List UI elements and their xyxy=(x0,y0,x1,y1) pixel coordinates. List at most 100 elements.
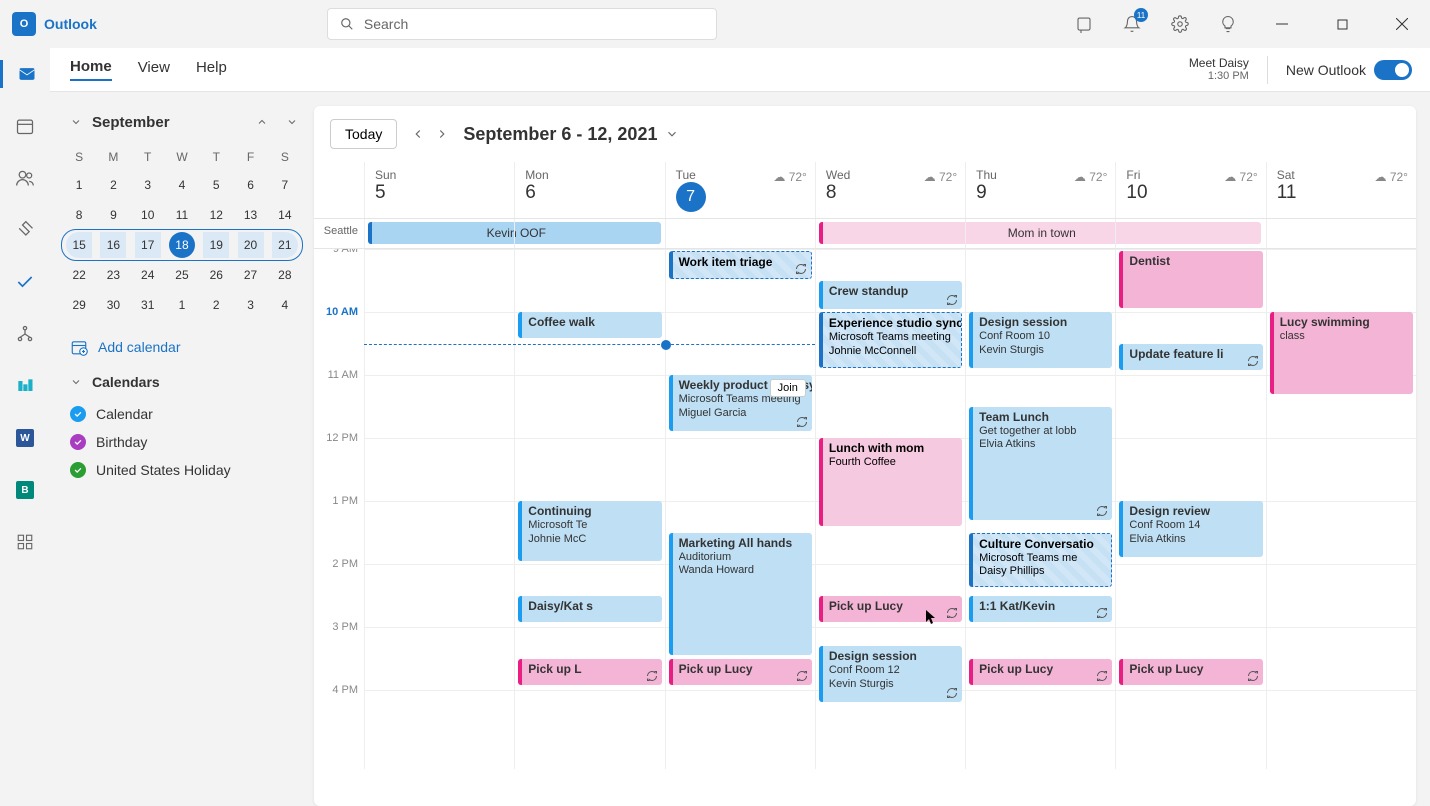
add-calendar-button[interactable]: Add calendar xyxy=(70,338,302,356)
day-header[interactable]: Wed8☁ 72° xyxy=(815,162,965,218)
calendar-event[interactable]: Design sessionConf Room 12Kevin Sturgis xyxy=(819,646,962,702)
mini-cal-day[interactable]: 1 xyxy=(66,172,92,198)
day-header[interactable]: Mon6 xyxy=(514,162,664,218)
tab-home[interactable]: Home xyxy=(70,58,112,81)
calendar-event[interactable]: Update feature li xyxy=(1119,344,1262,370)
mini-cal-day[interactable]: 15 xyxy=(66,232,92,258)
rail-word-icon[interactable]: W xyxy=(11,424,39,452)
calendar-event[interactable]: Dentist xyxy=(1119,251,1262,308)
mini-cal-day[interactable]: 13 xyxy=(238,202,264,228)
notes-icon[interactable] xyxy=(1070,10,1098,38)
mini-cal-day[interactable]: 24 xyxy=(135,262,161,288)
calendar-event[interactable]: Pick up Lucy xyxy=(669,659,812,685)
day-column[interactable]: Work item triage Weekly product team sync… xyxy=(665,249,815,769)
window-maximize[interactable] xyxy=(1322,0,1362,48)
calendar-event[interactable]: Pick up Lucy xyxy=(819,596,962,622)
day-column[interactable]: Lucy swimmingclass xyxy=(1266,249,1416,769)
mini-cal-day[interactable]: 26 xyxy=(203,262,229,288)
mini-cal-day[interactable]: 31 xyxy=(135,292,161,318)
date-range[interactable]: September 6 - 12, 2021 xyxy=(463,124,679,145)
mini-cal-day[interactable]: 20 xyxy=(238,232,264,258)
day-header[interactable]: Tue7☁ 72° xyxy=(665,162,815,218)
window-close[interactable] xyxy=(1382,0,1422,48)
calendar-event[interactable]: 1:1 Kat/Kevin xyxy=(969,596,1112,622)
tab-help[interactable]: Help xyxy=(196,59,227,80)
calendar-event[interactable]: Design reviewConf Room 14Elvia Atkins xyxy=(1119,501,1262,557)
rail-files-icon[interactable] xyxy=(11,216,39,244)
mini-cal-day[interactable]: 21 xyxy=(272,232,298,258)
calendar-event[interactable]: ContinuingMicrosoft TeJohnie McC xyxy=(518,501,661,561)
calendar-event[interactable]: Team LunchGet together at lobbElvia Atki… xyxy=(969,407,1112,520)
mini-cal-day[interactable]: 11 xyxy=(169,202,195,228)
day-header[interactable]: Thu9☁ 72° xyxy=(965,162,1115,218)
calendar-event[interactable]: Lunch with momFourth Coffee xyxy=(819,438,962,526)
today-button[interactable]: Today xyxy=(330,119,397,149)
day-column[interactable]: Design sessionConf Room 10Kevin SturgisT… xyxy=(965,249,1115,769)
mini-cal-day[interactable]: 9 xyxy=(100,202,126,228)
calendar-event[interactable]: Marketing All handsAuditoriumWanda Howar… xyxy=(669,533,812,655)
rail-apps-icon[interactable] xyxy=(11,528,39,556)
mini-cal-day[interactable]: 3 xyxy=(135,172,161,198)
join-button[interactable]: Join xyxy=(770,379,806,397)
up-next[interactable]: Meet Daisy 1:30 PM xyxy=(1189,56,1249,84)
calendar-item[interactable]: Birthday xyxy=(62,428,302,456)
calendar-item[interactable]: United States Holiday xyxy=(62,456,302,484)
mini-cal-day[interactable]: 6 xyxy=(238,172,264,198)
mini-cal-day[interactable]: 23 xyxy=(100,262,126,288)
day-column[interactable] xyxy=(364,249,514,769)
calendar-item[interactable]: Calendar xyxy=(62,400,302,428)
mini-cal-day[interactable]: 22 xyxy=(66,262,92,288)
mini-cal-day[interactable]: 10 xyxy=(135,202,161,228)
mini-next-month[interactable] xyxy=(282,112,302,132)
calendar-event[interactable]: Work item triage xyxy=(669,251,812,279)
mini-cal-day[interactable]: 4 xyxy=(169,172,195,198)
mini-cal-day[interactable]: 2 xyxy=(203,292,229,318)
day-column[interactable]: Crew standup Experience studio syncMicros… xyxy=(815,249,965,769)
new-outlook-toggle[interactable] xyxy=(1374,60,1412,80)
mini-cal-day[interactable]: 27 xyxy=(238,262,264,288)
mini-cal-day[interactable]: 29 xyxy=(66,292,92,318)
mini-cal-day[interactable]: 14 xyxy=(272,202,298,228)
calendar-event[interactable]: Lucy swimmingclass xyxy=(1270,312,1413,394)
calendar-event[interactable]: Daisy/Kat s xyxy=(518,596,661,622)
calendar-event[interactable]: Experience studio syncMicrosoft Teams me… xyxy=(819,312,962,368)
mini-cal-day[interactable]: 19 xyxy=(203,232,229,258)
notifications-icon[interactable]: 11 xyxy=(1118,10,1146,38)
rail-todo-icon[interactable] xyxy=(11,268,39,296)
tab-view[interactable]: View xyxy=(138,59,170,80)
search-input[interactable]: Search xyxy=(327,8,717,40)
calendar-event[interactable]: Weekly product team syncMicrosoft Teams … xyxy=(669,375,812,431)
mini-cal-day[interactable]: 8 xyxy=(66,202,92,228)
window-minimize[interactable] xyxy=(1262,0,1302,48)
calendar-event[interactable]: Pick up Lucy xyxy=(969,659,1112,685)
rail-bookings-icon[interactable]: B xyxy=(11,476,39,504)
mini-cal-day[interactable]: 30 xyxy=(100,292,126,318)
next-week[interactable] xyxy=(435,127,449,141)
mini-cal-day[interactable]: 5 xyxy=(203,172,229,198)
mini-cal-day[interactable]: 2 xyxy=(100,172,126,198)
mini-cal-day[interactable]: 17 xyxy=(135,232,161,258)
calendar-event[interactable]: Coffee walk xyxy=(518,312,661,338)
mini-cal-day[interactable]: 25 xyxy=(169,262,195,288)
rail-org-icon[interactable] xyxy=(11,320,39,348)
tips-icon[interactable] xyxy=(1214,10,1242,38)
mini-cal-day[interactable]: 18 xyxy=(169,232,195,258)
calendar-event[interactable]: Pick up Lucy xyxy=(1119,659,1262,685)
mini-cal-day[interactable]: 7 xyxy=(272,172,298,198)
chevron-down-icon[interactable] xyxy=(70,116,82,128)
calendars-section-header[interactable]: Calendars xyxy=(62,374,302,390)
mini-cal-day[interactable]: 12 xyxy=(203,202,229,228)
rail-people-icon[interactable] xyxy=(11,164,39,192)
mini-cal-day[interactable]: 28 xyxy=(272,262,298,288)
mini-cal-day[interactable]: 3 xyxy=(238,292,264,318)
mini-cal-day[interactable]: 4 xyxy=(272,292,298,318)
mini-calendar[interactable]: SMTWTFS123456789101112131415161718192021… xyxy=(62,144,302,320)
rail-mail-icon[interactable] xyxy=(0,60,50,88)
calendar-event[interactable]: Crew standup xyxy=(819,281,962,309)
day-header[interactable]: Fri10☁ 72° xyxy=(1115,162,1265,218)
day-header[interactable]: Sat11☁ 72° xyxy=(1266,162,1416,218)
day-column[interactable]: Dentist Update feature li Design reviewCon… xyxy=(1115,249,1265,769)
rail-calendar-icon[interactable] xyxy=(11,112,39,140)
calendar-event[interactable]: Pick up L xyxy=(518,659,661,685)
prev-week[interactable] xyxy=(411,127,425,141)
